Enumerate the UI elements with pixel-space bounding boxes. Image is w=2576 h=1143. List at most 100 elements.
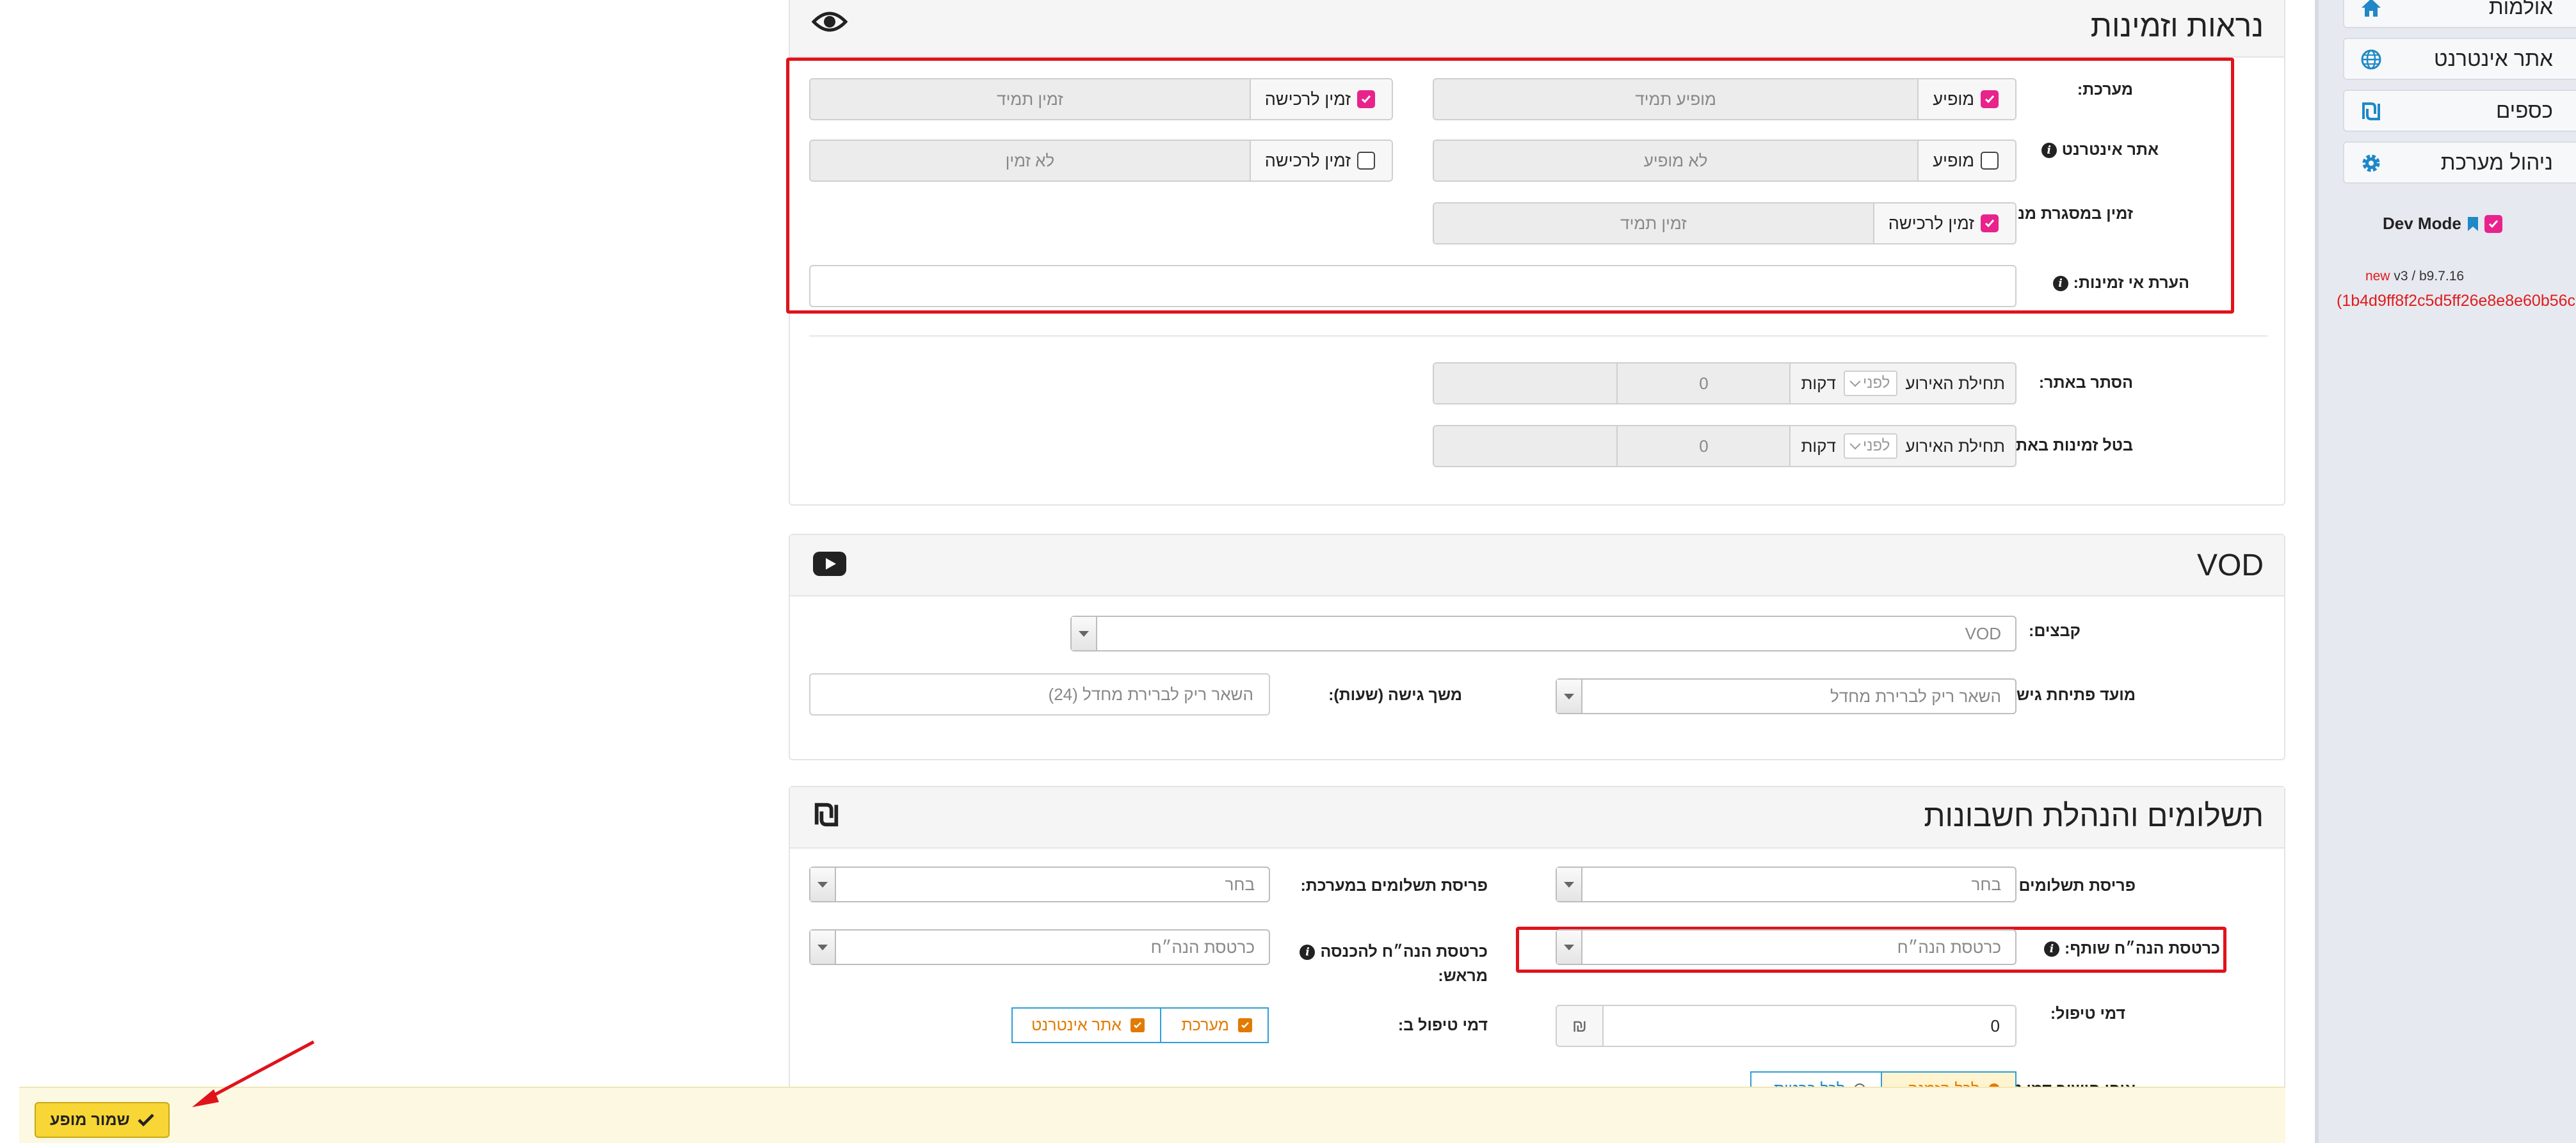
system-purchase-group: זמין לרכישה זמין תמיד — [809, 78, 1393, 120]
partner-card-label: כרטסת הנה״ח שותף:i — [2040, 939, 2220, 958]
website-appears-field[interactable]: לא מופיע — [1434, 141, 1918, 180]
dropdown-arrow-icon[interactable] — [1072, 617, 1097, 650]
website-purchase-group: זמין לרכישה לא זמין — [809, 140, 1393, 182]
access-duration-label: משך גישה (שעות): — [1328, 686, 1462, 704]
visibility-panel: נראות וזמינות מערכת: מופיע מופיע תמיד זמ… — [786, 0, 2285, 506]
access-duration-input[interactable]: השאר ריק לברירת מחדל (24) — [809, 673, 1270, 715]
subscription-label: זמין במסגרת מנוי: — [2002, 205, 2133, 223]
system-purchase-toggle[interactable]: זמין לרכישה — [1249, 79, 1392, 119]
chevron-down-icon — [1849, 376, 1861, 387]
available-purchase-label: זמין לרכישה — [1264, 89, 1351, 109]
checkbox-icon — [1131, 1018, 1145, 1032]
sidebar-item-halls[interactable]: אולמות — [2343, 0, 2576, 28]
sidebar-item-label: אתר אינטרנט — [2433, 47, 2553, 70]
event-start-label: תחילת האירוע — [1905, 436, 2005, 456]
available-purchase-label: זמין לרכישה — [1264, 150, 1351, 170]
info-icon[interactable]: i — [2041, 143, 2057, 159]
appears-label: מופיע — [1933, 150, 1974, 170]
dev-mode: Dev Mode — [2383, 214, 2502, 234]
fee-in-website-button[interactable]: אתר אינטרנט — [1011, 1007, 1161, 1043]
files-label: קבצים: — [2029, 622, 2081, 640]
system-purchase-checkbox[interactable] — [1357, 90, 1375, 108]
system-appears-toggle[interactable]: מופיע — [1917, 79, 2015, 119]
appears-label: מופיע — [1933, 89, 1974, 109]
hide-on-site-group: תחילת האירוע לפני דקות 0 — [1433, 362, 2017, 404]
shekel-icon — [814, 803, 839, 827]
dev-mode-label: Dev Mode — [2383, 214, 2461, 233]
hide-minutes-input[interactable]: 0 — [1616, 364, 1790, 403]
files-select[interactable]: VOD — [1070, 616, 2017, 651]
subscription-purchase-checkbox[interactable] — [1981, 214, 1999, 232]
gear-icon — [2362, 154, 2380, 172]
fee-in-label: דמי טיפול ב: — [1397, 1016, 1488, 1034]
entry-card-select[interactable]: כרטסת הנה״ח — [809, 929, 1270, 965]
dev-mode-checkbox[interactable] — [2484, 214, 2502, 233]
cancel-timing: תחילת האירוע לפני דקות — [1789, 426, 2015, 466]
system-appears-checkbox[interactable] — [1981, 90, 1999, 108]
system-appears-field[interactable]: מופיע תמיד — [1434, 79, 1918, 119]
cancel-extra-field[interactable] — [1434, 426, 1617, 466]
dropdown-arrow-icon[interactable] — [1557, 931, 1582, 964]
website-purchase-checkbox[interactable] — [1357, 152, 1375, 170]
unavailability-note-label: הערת אי זמינות:i — [2049, 274, 2189, 292]
handling-fee-label: דמי טיפול: — [2050, 1005, 2125, 1023]
partner-card-value: כרטסת הנה״ח — [1897, 937, 2001, 957]
dropdown-arrow-icon[interactable] — [810, 868, 836, 901]
access-open-label: מועד פתיחת גישה: — [2000, 686, 2136, 704]
bookmark-icon — [2467, 216, 2478, 231]
event-start-label: תחילת האירוע — [1905, 373, 2005, 393]
fee-in-system-button[interactable]: מערכת — [1160, 1007, 1269, 1043]
sidebar-item-website[interactable]: אתר אינטרנט — [2343, 38, 2576, 80]
minutes-label: דקות — [1801, 436, 1836, 456]
dropdown-arrow-icon[interactable] — [810, 931, 836, 964]
before-select[interactable]: לפני — [1843, 371, 1898, 396]
visibility-panel-header: נראות וזמינות — [790, 0, 2284, 58]
sidebar-item-finance[interactable]: כספים — [2343, 90, 2576, 132]
sidebar: אולמות אתר אינטרנט כספים ניהול מערכת Dev… — [2315, 0, 2576, 1143]
currency-addon: ₪ — [1557, 1006, 1604, 1046]
system-appears-group: מופיע מופיע תמיד — [1433, 78, 2017, 120]
dropdown-arrow-icon[interactable] — [1557, 868, 1582, 901]
unavailability-note-input[interactable] — [809, 265, 2017, 307]
website-appears-checkbox[interactable] — [1981, 152, 1999, 170]
hide-timing: תחילת האירוע לפני דקות — [1789, 364, 2015, 403]
before-select[interactable]: לפני — [1843, 433, 1898, 459]
panel-title: VOD — [2196, 548, 2264, 582]
dropdown-arrow-icon[interactable] — [1557, 680, 1582, 713]
handling-fee-group: 0 ₪ — [1556, 1005, 2017, 1047]
sidebar-item-label: אולמות — [2488, 0, 2553, 19]
cancel-minutes-input[interactable]: 0 — [1616, 426, 1790, 466]
partner-card-select[interactable]: כרטסת הנה״ח — [1556, 929, 2017, 965]
access-open-value: השאר ריק לברירת מחדל — [1830, 686, 2001, 706]
system-purchase-field[interactable]: זמין תמיד — [810, 79, 1250, 119]
info-icon[interactable]: i — [2044, 941, 2060, 957]
info-icon[interactable]: i — [1300, 945, 1316, 961]
sidebar-item-label: ניהול מערכת — [2440, 150, 2553, 174]
website-label: אתר אינטרנטi — [2038, 141, 2159, 159]
website-purchase-toggle[interactable]: זמין לרכישה — [1249, 141, 1392, 180]
build-hash: (1b4d9ff8f2c5d5ff26e8e8e60b56ced — [2337, 292, 2576, 310]
entry-card-label: כרטסת הנה״ח להכנסהi מראש: — [1296, 939, 1488, 988]
version-text: v3 / b9.7.16 — [2394, 269, 2465, 284]
save-bar: שמור מופע — [19, 1087, 2285, 1143]
system-installments-select[interactable]: בחר — [809, 867, 1270, 902]
subscription-purchase-toggle[interactable]: זמין לרכישה — [1872, 204, 2015, 243]
website-purchase-field[interactable]: לא זמין — [810, 141, 1250, 180]
info-icon[interactable]: i — [2052, 276, 2068, 292]
version-new: new — [2365, 269, 2390, 284]
hide-extra-field[interactable] — [1434, 364, 1617, 403]
home-icon — [2362, 0, 2381, 17]
handling-fee-input[interactable]: 0 — [1603, 1006, 2015, 1046]
version-info: new v3 / b9.7.16 — [2319, 269, 2511, 284]
payments-panel-header: תשלומים והנהלת חשבונות — [790, 787, 2284, 849]
divider — [809, 335, 2267, 337]
site-installments-select[interactable]: בחר — [1556, 867, 2017, 902]
entry-card-value: כרטסת הנה״ח — [1150, 937, 1255, 957]
save-show-button[interactable]: שמור מופע — [35, 1102, 170, 1138]
access-open-select[interactable]: השאר ריק לברירת מחדל — [1556, 678, 2017, 714]
sidebar-item-system-admin[interactable]: ניהול מערכת — [2343, 141, 2576, 184]
chevron-down-icon — [1849, 438, 1861, 450]
cancel-availability-group: תחילת האירוע לפני דקות 0 — [1433, 425, 2017, 467]
subscription-field[interactable]: זמין תמיד — [1434, 204, 1873, 243]
website-appears-toggle[interactable]: מופיע — [1917, 141, 2015, 180]
